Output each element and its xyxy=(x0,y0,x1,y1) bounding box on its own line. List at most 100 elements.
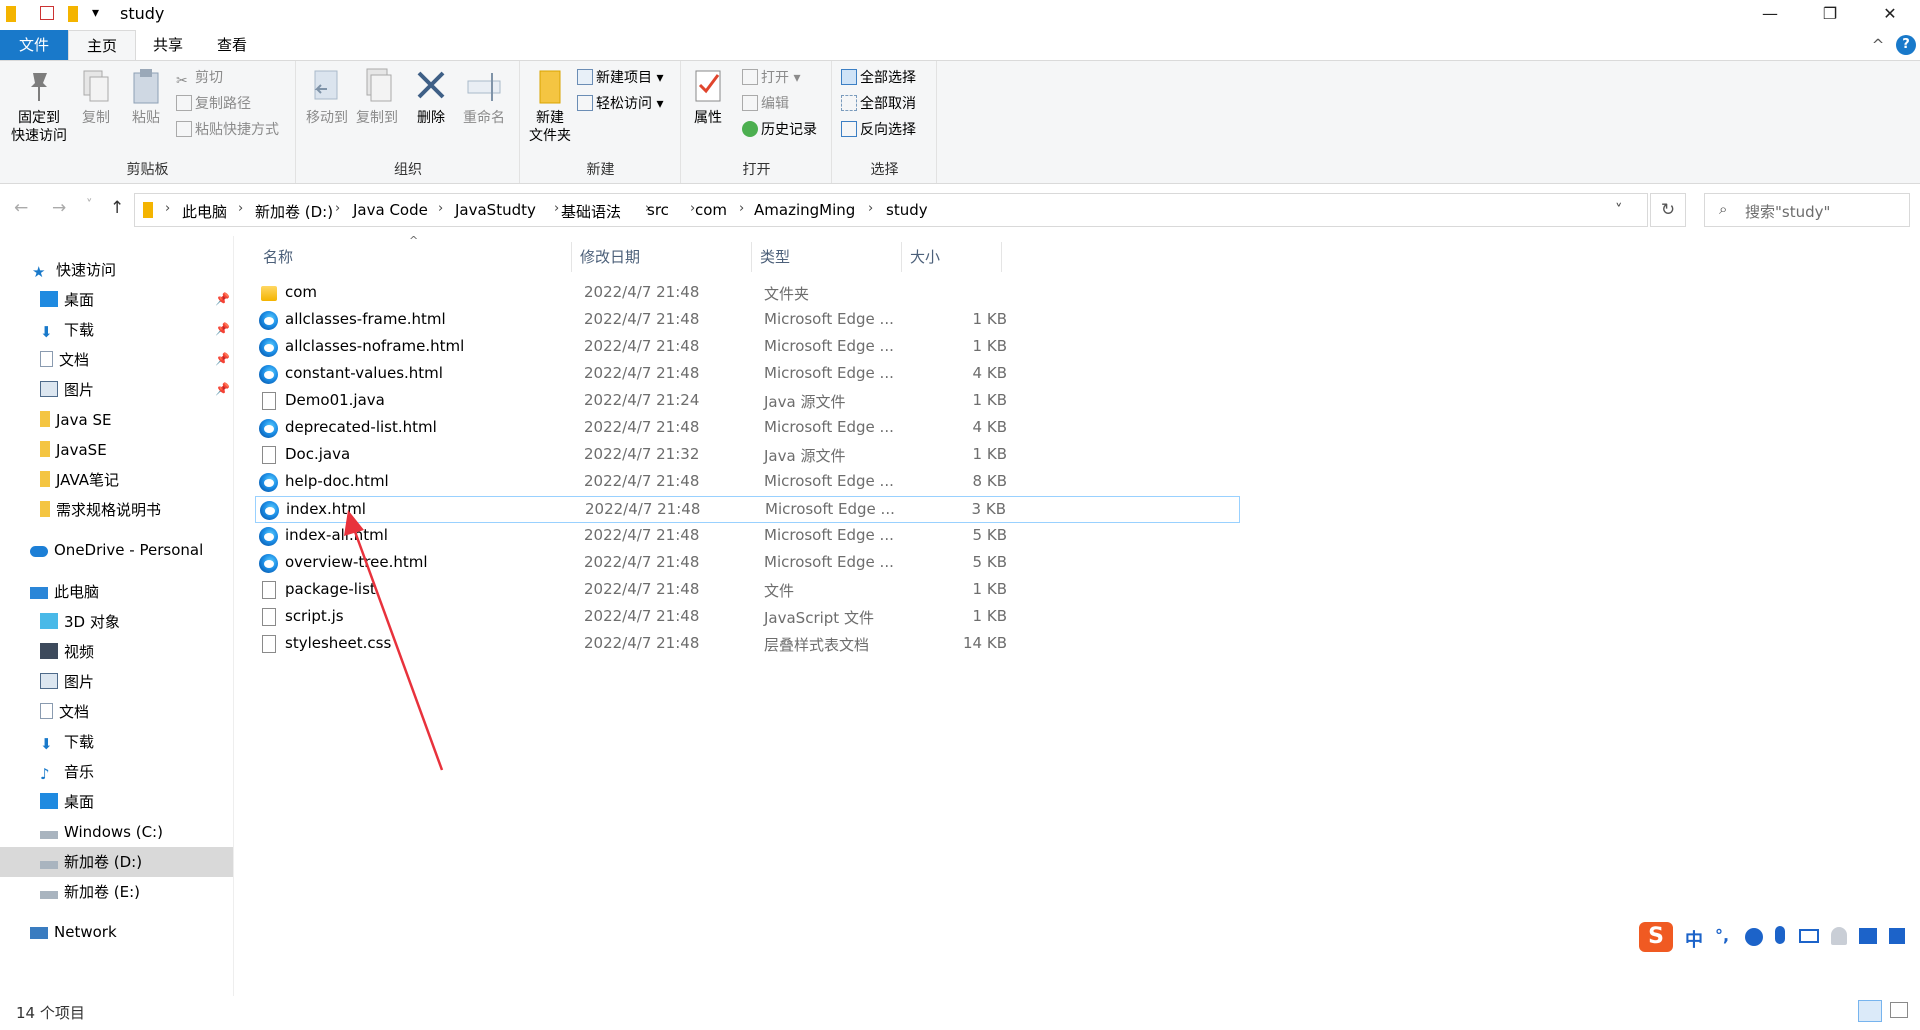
select-all-button[interactable]: 全部选择 xyxy=(841,67,916,89)
tab-share[interactable]: 共享 xyxy=(136,30,200,60)
table-row[interactable]: allclasses-frame.html 2022/4/7 21:48 Micro… xyxy=(255,307,1240,334)
quick-access-dropdown[interactable]: ▾ xyxy=(92,5,99,21)
keyboard-icon[interactable] xyxy=(1799,929,1819,943)
breadcrumb-src[interactable]: src xyxy=(647,201,669,219)
sidebar-item-downloads-pc[interactable]: ⬇ 下载 xyxy=(40,728,94,756)
help-button[interactable]: ? xyxy=(1896,35,1916,55)
ime-punctuation-toggle[interactable]: °, xyxy=(1715,926,1729,945)
sidebar-network[interactable]: Network xyxy=(30,918,117,946)
select-none-button[interactable]: 全部取消 xyxy=(841,93,916,115)
sidebar-item-music[interactable]: ♪ 音乐 xyxy=(40,758,94,786)
microphone-icon[interactable] xyxy=(1775,926,1785,944)
collapse-ribbon-button[interactable]: ^ xyxy=(1868,30,1888,60)
properties-quick-icon[interactable] xyxy=(40,6,54,20)
restore-button[interactable]: ❐ xyxy=(1800,0,1860,30)
paste-shortcut-button[interactable]: 粘贴快捷方式 xyxy=(176,119,279,141)
move-to-button[interactable]: 移动到 xyxy=(305,67,349,127)
column-header-size[interactable]: 大小 xyxy=(902,242,1002,272)
sidebar-item-desktop-pc[interactable]: 桌面 xyxy=(40,788,94,816)
toolbox-grid-icon[interactable] xyxy=(1889,928,1905,944)
close-button[interactable]: ✕ xyxy=(1860,0,1920,30)
sidebar-item-pictures[interactable]: 图片 xyxy=(40,376,94,404)
breadcrumb-separator[interactable]: › xyxy=(335,201,340,216)
details-view-icon[interactable] xyxy=(1858,1000,1882,1022)
tab-view[interactable]: 查看 xyxy=(200,30,264,60)
copy-path-button[interactable]: 复制路径 xyxy=(176,93,251,115)
search-box[interactable]: ⌕ 搜索"study" xyxy=(1704,193,1910,227)
ime-language-toggle[interactable]: 中 xyxy=(1685,926,1703,952)
edit-button[interactable]: 编辑 xyxy=(742,93,789,115)
copy-to-button[interactable]: 复制到 xyxy=(355,67,399,127)
sidebar-item-java-se[interactable]: Java SE xyxy=(40,406,111,434)
open-button[interactable]: 打开 ▾ xyxy=(742,67,800,89)
table-row[interactable]: constant-values.html 2022/4/7 21:48 Micros… xyxy=(255,361,1240,388)
sidebar-item-requirements-spec[interactable]: 需求规格说明书 xyxy=(40,496,161,524)
history-button[interactable]: 历史记录 xyxy=(742,119,817,141)
table-row[interactable]: deprecated-list.html 2022/4/7 21:48 Micros… xyxy=(255,415,1240,442)
address-bar[interactable]: › 此电脑 › 新加卷 (D:) › Java Code › JavaStudt… xyxy=(134,193,1648,227)
column-header-type[interactable]: 类型 xyxy=(752,242,902,272)
properties-button[interactable]: 属性 xyxy=(686,67,730,127)
refresh-button[interactable]: ↻ xyxy=(1650,193,1686,227)
new-folder-button[interactable]: 新建 文件夹 xyxy=(525,67,575,145)
cut-button[interactable]: ✂ 剪切 xyxy=(176,67,223,89)
sidebar-item-javase[interactable]: JavaSE xyxy=(40,436,107,464)
breadcrumb-separator[interactable]: › xyxy=(438,201,443,216)
sidebar-item-desktop[interactable]: 桌面 xyxy=(40,286,94,314)
tab-file[interactable]: 文件 xyxy=(0,30,68,60)
sogou-logo-icon[interactable]: S xyxy=(1639,922,1673,952)
sidebar-item-drive-e[interactable]: 新加卷 (E:) xyxy=(40,878,140,906)
rename-button[interactable]: 重命名 xyxy=(459,67,509,127)
sidebar-item-drive-c[interactable]: Windows (C:) xyxy=(40,818,163,846)
sidebar-item-videos[interactable]: 视频 xyxy=(40,638,94,666)
breadcrumb-java-code[interactable]: Java Code xyxy=(353,201,428,219)
sidebar-item-3d-objects[interactable]: 3D 对象 xyxy=(40,608,120,636)
back-button[interactable]: ← xyxy=(14,198,28,218)
breadcrumb-separator[interactable]: › xyxy=(739,201,744,216)
new-item-button[interactable]: 新建项目 ▾ xyxy=(577,67,663,89)
table-row[interactable]: allclasses-noframe.html 2022/4/7 21:48 Mic… xyxy=(255,334,1240,361)
sidebar-item-documents-pc[interactable]: 文档 xyxy=(40,698,89,726)
breadcrumb-basic-syntax[interactable]: 基础语法 xyxy=(561,201,621,222)
pin-quick-access-button[interactable]: 固定到 快速访问 xyxy=(6,67,72,145)
sidebar-quick-access[interactable]: ★ 快速访问 xyxy=(32,256,116,284)
forward-button[interactable]: → xyxy=(52,198,66,218)
table-row[interactable]: Doc.java 2022/4/7 21:32 Java 源文件 1 KB xyxy=(255,442,1240,469)
sidebar-this-pc[interactable]: 此电脑 xyxy=(30,578,99,606)
recent-locations-button[interactable]: ˅ xyxy=(86,198,93,213)
sidebar-item-pictures-pc[interactable]: 图片 xyxy=(40,668,94,696)
copy-button[interactable]: 复制 xyxy=(74,67,118,127)
breadcrumb-this-pc[interactable]: 此电脑 xyxy=(182,201,227,222)
easy-access-button[interactable]: 轻松访问 ▾ xyxy=(577,93,663,115)
sidebar-onedrive[interactable]: OneDrive - Personal xyxy=(30,536,203,564)
table-row[interactable]: help-doc.html 2022/4/7 21:48 Microsoft Edg… xyxy=(255,469,1240,496)
breadcrumb-javastudty[interactable]: JavaStudty xyxy=(455,201,536,219)
table-row[interactable]: Demo01.java 2022/4/7 21:24 Java 源文件 1 KB xyxy=(255,388,1240,415)
breadcrumb-separator[interactable]: › xyxy=(165,201,170,216)
user-icon[interactable] xyxy=(1831,927,1847,945)
sidebar-item-drive-d[interactable]: 新加卷 (D:) xyxy=(40,848,142,876)
column-header-modified[interactable]: 修改日期 xyxy=(572,242,752,272)
tab-home[interactable]: 主页 xyxy=(68,30,136,60)
up-button[interactable]: ↑ xyxy=(110,198,124,218)
paste-button[interactable]: 粘贴 xyxy=(124,67,168,127)
breadcrumb-amazingming[interactable]: AmazingMing xyxy=(754,201,855,219)
breadcrumb-drive-d[interactable]: 新加卷 (D:) xyxy=(255,201,333,222)
delete-button[interactable]: 删除 xyxy=(411,67,451,127)
breadcrumb-separator[interactable]: › xyxy=(554,201,559,216)
breadcrumb-separator[interactable]: › xyxy=(238,201,243,216)
sidebar-item-java-notes[interactable]: JAVA笔记 xyxy=(40,466,119,494)
address-dropdown-button[interactable]: ˅ xyxy=(1615,201,1623,219)
emoji-icon[interactable] xyxy=(1745,928,1763,946)
large-icons-view-icon[interactable] xyxy=(1890,1002,1908,1018)
new-folder-quick-icon[interactable] xyxy=(68,6,78,22)
minimize-button[interactable]: — xyxy=(1740,0,1800,30)
skin-shirt-icon[interactable] xyxy=(1859,928,1877,944)
breadcrumb-separator[interactable]: › xyxy=(868,201,873,216)
sidebar-item-downloads[interactable]: ⬇ 下载 xyxy=(40,316,94,344)
breadcrumb-com[interactable]: com xyxy=(695,201,727,219)
sidebar-item-documents[interactable]: 文档 xyxy=(40,346,89,374)
invert-selection-button[interactable]: 反向选择 xyxy=(841,119,916,141)
breadcrumb-study[interactable]: study xyxy=(886,201,928,219)
table-row[interactable]: com 2022/4/7 21:48 文件夹 xyxy=(255,280,1240,307)
